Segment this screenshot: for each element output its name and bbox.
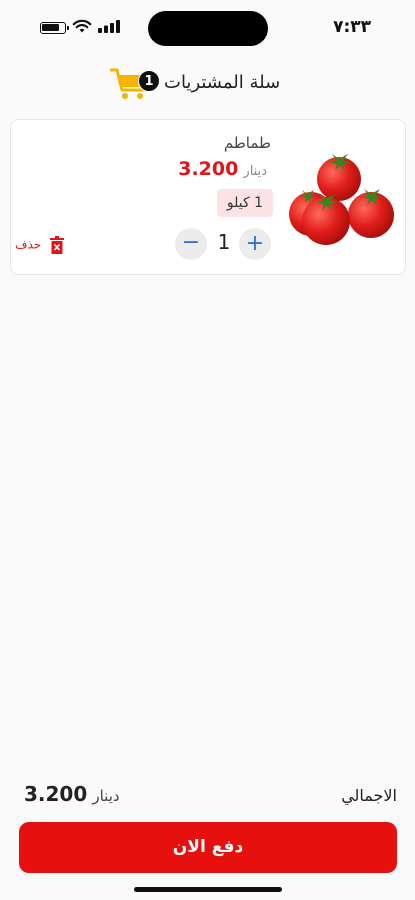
dynamic-island <box>148 11 268 46</box>
decrease-quantity-button[interactable]: − <box>175 228 207 260</box>
pay-now-button[interactable]: دفع الان <box>19 822 397 873</box>
cart-count-badge: 1 <box>138 70 160 92</box>
trash-icon <box>50 235 65 254</box>
wifi-icon <box>72 19 92 33</box>
page-header: 1 سلة المشتريات <box>0 64 415 104</box>
product-name: طماطم <box>223 134 271 152</box>
unit-chip: 1 كيلو <box>216 189 273 217</box>
home-indicator <box>134 887 282 892</box>
price-currency: دينار <box>243 164 267 179</box>
quantity-value: 1 <box>217 230 231 254</box>
delete-label: حذف <box>15 237 42 252</box>
tomato-product-image <box>287 129 395 267</box>
page-title: سلة المشتريات <box>164 72 281 93</box>
increase-quantity-button[interactable]: + <box>239 228 271 260</box>
cart-item-card: طماطم دينار 3.200 1 كيلو + 1 − حذف <box>10 119 406 275</box>
delete-item-button[interactable]: حذف <box>15 234 65 258</box>
signal-icon <box>98 20 120 33</box>
total-label: الاجمالي <box>341 786 397 805</box>
status-time: ٧:٣٣ <box>333 17 371 37</box>
price-value: 3.200 <box>178 158 239 180</box>
status-bar: ٧:٣٣ <box>0 0 415 54</box>
total-value: 3.200 <box>24 782 88 806</box>
product-price: دينار 3.200 <box>178 158 271 180</box>
total-currency: دينار <box>92 787 120 805</box>
battery-icon <box>40 22 69 34</box>
total-amount: دينار 3.200 <box>24 782 124 806</box>
